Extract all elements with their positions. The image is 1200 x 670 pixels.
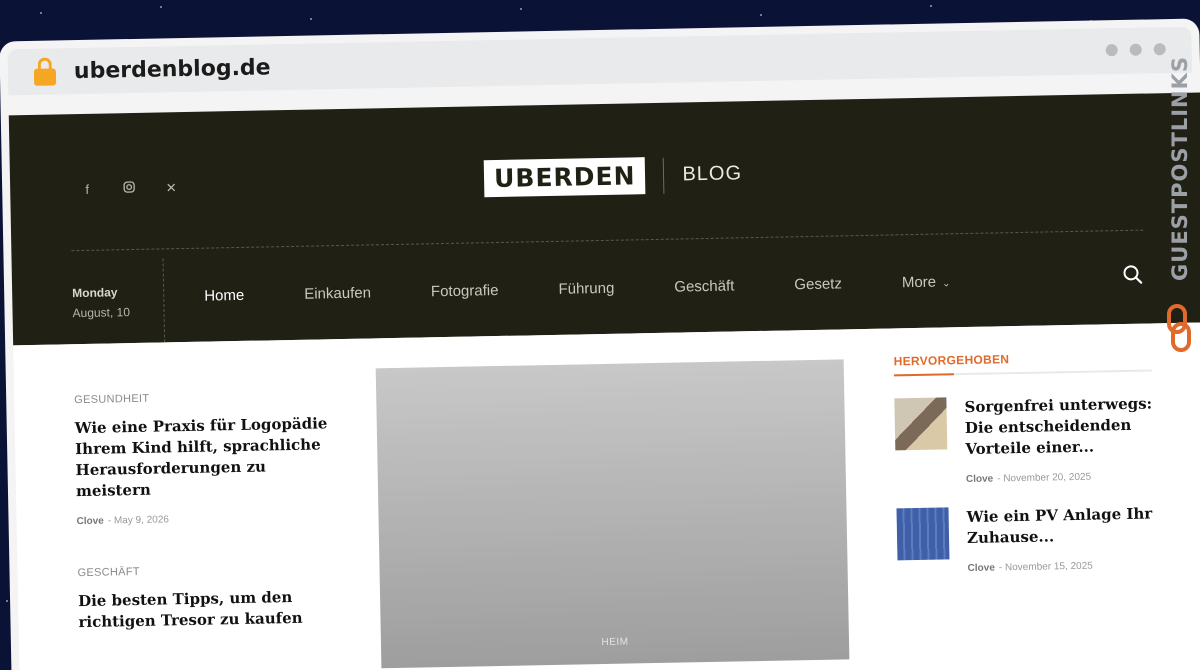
sidebar-post[interactable]: Sorgenfrei unterwegs: Die entscheidenden…: [894, 393, 1154, 486]
nav-item-gesetz[interactable]: Gesetz: [794, 275, 842, 293]
post-category[interactable]: GESCHÄFT: [77, 562, 347, 579]
post-list: GESUNDHEIT Wie eine Praxis für Logopädie…: [74, 389, 349, 670]
nav-item-geschaeft[interactable]: Geschäft: [674, 277, 734, 295]
nav-item-home[interactable]: Home: [204, 287, 244, 305]
post-meta: Clove - May 9, 2026: [76, 514, 170, 528]
nav-more-label: More: [901, 273, 937, 292]
sidebar-featured: HERVORGEHOBEN Sorgenfrei unterwegs: Die …: [893, 349, 1156, 575]
sidebar-post-title[interactable]: Sorgenfrei unterwegs: Die entscheidenden…: [964, 393, 1153, 460]
post-author[interactable]: Clove: [966, 474, 993, 486]
post-date: May 9, 2026: [113, 514, 170, 527]
chevron-down-icon: ⌄: [941, 278, 951, 290]
sidebar-heading: HERVORGEHOBEN: [893, 349, 1152, 377]
sidebar-post-meta: Clove - November 15, 2025: [967, 560, 1093, 575]
header-divider: [71, 229, 1144, 252]
window-controls: [1105, 43, 1166, 57]
post-title[interactable]: Die besten Tipps, um den richtigen Treso…: [78, 586, 349, 633]
nav-item-fuehrung[interactable]: Führung: [558, 280, 614, 298]
post-date: November 15, 2025: [1004, 560, 1093, 574]
featured-category[interactable]: HEIM: [381, 632, 849, 652]
window-dot-icon[interactable]: [1105, 44, 1118, 57]
featured-image[interactable]: HEIM: [375, 359, 850, 669]
guestpostlinks-watermark: GUESTPOSTLINKS: [1160, 50, 1200, 370]
site-logo[interactable]: UBERDEN BLOG: [483, 155, 743, 198]
post-author[interactable]: Clove: [968, 563, 995, 575]
post-thumbnail[interactable]: [894, 397, 948, 451]
sidebar-post[interactable]: Wie ein PV Anlage Ihr Zuhause... Clove - …: [896, 503, 1155, 575]
url-text[interactable]: uberdenblog.de: [74, 55, 271, 84]
logo-main: UBERDEN: [483, 157, 646, 198]
nav-item-einkaufen[interactable]: Einkaufen: [304, 284, 371, 302]
chain-link-icon: [1167, 304, 1191, 352]
post-category[interactable]: GESUNDHEIT: [74, 389, 344, 406]
instagram-icon[interactable]: [122, 181, 136, 197]
x-icon[interactable]: ✕: [164, 180, 178, 196]
nav-item-more[interactable]: More ⌄: [901, 273, 951, 292]
sidebar-post-title[interactable]: Wie ein PV Anlage Ihr Zuhause...: [966, 503, 1155, 549]
site-header: f ✕ UBERDEN BLOG Monday August, 10 Home …: [8, 92, 1200, 346]
post-author[interactable]: Clove: [76, 516, 103, 528]
sidebar-post-meta: Clove - November 20, 2025: [965, 471, 1092, 486]
lock-icon: [33, 57, 57, 86]
post-thumbnail[interactable]: [896, 507, 950, 561]
nav-item-fotografie[interactable]: Fotografie: [431, 282, 499, 300]
facebook-icon[interactable]: f: [80, 182, 94, 198]
logo-sub: BLOG: [682, 162, 743, 186]
browser-window: uberdenblog.de f ✕ UBERDEN BLOG Monday A…: [0, 18, 1200, 670]
post-card[interactable]: GESUNDHEIT Wie eine Praxis für Logopädie…: [74, 389, 347, 527]
page-content: GESUNDHEIT Wie eine Praxis für Logopädie…: [13, 322, 1200, 670]
date-day: Monday: [72, 285, 118, 301]
post-title[interactable]: Wie eine Praxis für Logopädie Ihrem Kind…: [75, 413, 347, 502]
date-month-day: August, 10: [72, 305, 131, 321]
browser-address-bar[interactable]: uberdenblog.de: [7, 26, 1193, 96]
post-card[interactable]: GESCHÄFT Die besten Tipps, um den richti…: [77, 562, 348, 633]
main-nav: Home Einkaufen Fotografie Führung Geschä…: [204, 272, 1010, 305]
watermark-text: GUESTPOSTLINKS: [1168, 56, 1192, 281]
logo-divider: [663, 157, 665, 194]
post-date: November 20, 2025: [1003, 471, 1092, 485]
search-icon[interactable]: [1122, 264, 1144, 286]
date-block: Monday August, 10: [71, 258, 166, 345]
window-dot-icon[interactable]: [1129, 43, 1142, 56]
social-links: f ✕: [80, 180, 178, 198]
